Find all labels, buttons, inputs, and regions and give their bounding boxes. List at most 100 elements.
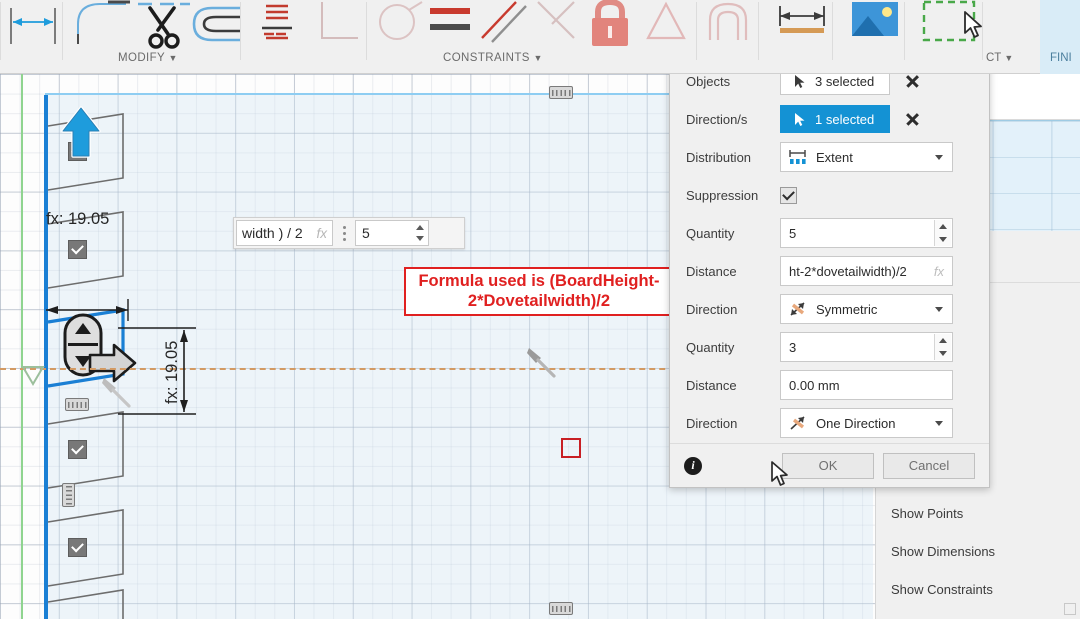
quantity-1-value: 5 <box>789 225 797 241</box>
equal-constraint-icon[interactable] <box>549 86 573 99</box>
chevron-down-icon[interactable] <box>935 306 943 312</box>
chevron-down-icon[interactable] <box>935 154 943 160</box>
objects-select-value: 3 selected <box>815 73 875 89</box>
menu-item-label: Show Dimensions <box>891 543 996 559</box>
cancel-button[interactable]: Cancel <box>883 452 975 479</box>
equal-constraint-icon[interactable] <box>549 602 573 615</box>
clear-icon[interactable] <box>904 111 921 128</box>
quantity-value: 5 <box>362 225 370 241</box>
quantity-stepper[interactable]: 5 <box>355 220 429 246</box>
toolbar-button-curvature[interactable] <box>700 0 760 54</box>
symmetry-constraint-icon[interactable] <box>65 398 89 411</box>
info-icon[interactable]: i <box>684 456 702 475</box>
menu-item-show-dimensions[interactable]: Show Dimensions <box>875 532 1080 570</box>
fillet-icon <box>77 0 130 44</box>
sketch-checkbox-glyph[interactable] <box>68 240 87 259</box>
toolbar-group-label-constraints[interactable]: CONSTRAINTS ▼ <box>443 52 543 64</box>
toolbar-button-equal[interactable] <box>424 0 484 54</box>
formula-value: width ) / 2 <box>242 225 303 241</box>
menu-item-show-points[interactable]: Show Points <box>875 494 1080 532</box>
toolbar-button-corner[interactable] <box>308 0 368 54</box>
toolbar-button-perpendicular[interactable] <box>530 0 590 54</box>
row-distribution: Distribution Extent <box>670 138 989 176</box>
sketch-palette-menu: Show Points Show Dimensions Show Constra… <box>875 494 1080 608</box>
toolbar-button-trim[interactable] <box>134 0 194 54</box>
toolbar-button-tangent[interactable] <box>638 0 698 54</box>
dialog-footer: i OK Cancel <box>670 443 989 487</box>
directions-select-button[interactable]: 1 selected <box>780 105 890 133</box>
clear-icon[interactable] <box>904 73 921 90</box>
vertical-dimension-line[interactable] <box>118 326 200 418</box>
direction-2-dropdown[interactable]: One Direction <box>780 408 953 438</box>
row-label: Direction/s <box>686 111 748 127</box>
image-icon <box>852 2 898 36</box>
distance-2-input[interactable]: 0.00 mm <box>780 370 953 400</box>
quantity-1-input[interactable]: 5 <box>780 218 953 248</box>
linear-dimension-icon <box>779 6 825 33</box>
distance-1-input[interactable]: ht-2*dovetailwidth)/2 fx <box>780 256 953 286</box>
formula-field[interactable]: width ) / 2 fx <box>236 220 333 246</box>
row-label: Distribution <box>686 149 752 165</box>
horizontal-dimension-label[interactable]: fx: 19.05 <box>46 210 109 229</box>
cursor-arrow-icon <box>794 74 806 89</box>
quantity-1-stepper[interactable] <box>934 220 951 246</box>
curvature-icon <box>708 2 748 40</box>
distribution-dropdown[interactable]: Extent <box>780 142 953 172</box>
chevron-down-icon[interactable]: ▼ <box>169 53 178 63</box>
perpendicular-icon <box>537 1 575 39</box>
ok-button[interactable]: OK <box>782 452 874 479</box>
menu-item-label: Show Points <box>891 505 964 521</box>
toolbar-group-label-text: MODIFY <box>118 52 165 64</box>
distribution-value: Extent <box>816 149 853 165</box>
chevron-down-icon[interactable]: ▼ <box>1004 53 1013 63</box>
up-arrow-handle-icon[interactable] <box>58 106 104 160</box>
toolbar-group-label-text: CONSTRAINTS <box>443 52 530 64</box>
sketch-checkbox-glyph[interactable] <box>68 538 87 557</box>
red-square-marker[interactable] <box>561 438 581 458</box>
pin-icon[interactable] <box>525 344 559 378</box>
toolbar-button-coincident[interactable] <box>370 0 430 54</box>
row-label: Direction <box>686 415 738 431</box>
quantity-2-input[interactable]: 3 <box>780 332 953 362</box>
toolbar-button-parallel[interactable] <box>476 0 536 54</box>
toolbar-button-break[interactable] <box>248 0 308 54</box>
chevron-down-icon[interactable]: ▼ <box>533 53 542 63</box>
rectangular-pattern-dialog[interactable]: RECTANGULAR PATTERN Objects 3 selected D… <box>669 26 990 488</box>
quantity-2-value: 3 <box>789 339 797 355</box>
row-directions: Direction/s 1 selected <box>670 100 989 138</box>
row-label: Distance <box>686 263 737 279</box>
drag-handle-icon[interactable] <box>338 225 350 241</box>
toolbar-button-horizontal-dimension[interactable] <box>4 0 64 54</box>
resize-grip[interactable] <box>1064 603 1076 615</box>
stepper-arrows[interactable] <box>413 222 426 244</box>
direction-1-dropdown[interactable]: Symmetric <box>780 294 953 324</box>
row-label: Distance <box>686 377 737 393</box>
chevron-down-icon[interactable] <box>935 420 943 426</box>
distance-1-value: ht-2*dovetailwidth)/2 <box>789 263 907 279</box>
symmetric-arrow-icon <box>789 301 807 317</box>
suppression-checkbox[interactable] <box>780 186 797 204</box>
horizontal-constraint-icon[interactable] <box>20 363 46 389</box>
menu-item-show-constraints[interactable]: Show Constraints <box>875 570 1080 608</box>
direction-1-value: Symmetric <box>816 301 878 317</box>
sketch-checkbox-glyph[interactable] <box>68 440 87 459</box>
row-distance-2: Distance 0.00 mm <box>670 366 989 404</box>
toolbar-group-label-inspect[interactable]: CT ▼ <box>986 52 1013 64</box>
vertical-dimension-label[interactable]: fx: 19.05 <box>163 341 182 404</box>
fx-icon[interactable]: fx <box>934 264 944 279</box>
toolbar-group-label-text: CT <box>986 52 1002 64</box>
horizontal-dimension-line[interactable] <box>44 299 174 321</box>
one-direction-arrow-icon <box>789 415 807 431</box>
fx-icon[interactable]: fx <box>316 226 327 241</box>
direction-2-value: One Direction <box>816 415 896 431</box>
inline-value-toolbar[interactable]: width ) / 2 fx 5 <box>233 217 465 249</box>
toolbar-button-insert-image[interactable] <box>846 0 906 54</box>
quantity-2-stepper[interactable] <box>934 334 951 360</box>
toolbar-button-fillet[interactable] <box>70 0 130 54</box>
toolbar-group-label-modify[interactable]: MODIFY ▼ <box>118 52 178 64</box>
toolbar-button-offset[interactable] <box>188 0 248 54</box>
equal-constraint-icon[interactable] <box>62 483 75 507</box>
distance-2-value: 0.00 mm <box>789 377 840 393</box>
toolbar-button-fix-lock[interactable] <box>582 0 642 54</box>
toolbar-button-linear-dimension[interactable] <box>772 0 832 54</box>
